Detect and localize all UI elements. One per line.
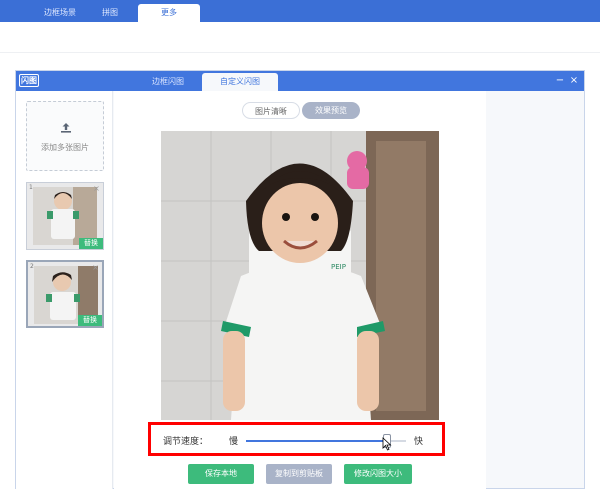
tab-border-flash[interactable]: 边框闪图 bbox=[138, 73, 198, 91]
speed-slow-label: 慢 bbox=[229, 437, 239, 447]
tab-border-scene[interactable]: 边框场景 bbox=[34, 4, 86, 22]
upload-icon bbox=[61, 123, 71, 133]
mode-image-clear[interactable]: 图片清晰 bbox=[242, 102, 300, 119]
image-list-panel: 添加多张图片 1 × 替换 2 × 替换 bbox=[16, 91, 113, 489]
replace-button[interactable]: 替换 bbox=[78, 315, 102, 326]
speed-slider-fill bbox=[246, 440, 387, 442]
replace-button[interactable]: 替换 bbox=[79, 238, 103, 249]
svg-text:PEIP: PEIP bbox=[331, 263, 346, 271]
copy-to-clipboard-button[interactable]: 复制到剪贴板 bbox=[266, 464, 332, 484]
app-top-bar: 边框场景 拼图 更多 bbox=[0, 0, 600, 22]
preview-image: PEIP bbox=[161, 131, 439, 420]
divider bbox=[0, 52, 600, 53]
speed-fast-label: 快 bbox=[414, 437, 424, 447]
remove-thumbnail-icon[interactable]: × bbox=[91, 263, 100, 272]
close-button[interactable]: × bbox=[568, 74, 580, 87]
save-local-button[interactable]: 保存本地 bbox=[188, 464, 254, 484]
remove-thumbnail-icon[interactable]: × bbox=[92, 184, 101, 193]
add-images-label: 添加多张图片 bbox=[41, 143, 89, 152]
speed-label: 调节速度： bbox=[163, 437, 209, 447]
minimize-button[interactable]: − bbox=[554, 74, 566, 87]
dialog-header: 闪图 边框闪图 自定义闪图 − × bbox=[16, 71, 584, 91]
speed-control: 调节速度： 慢 快 bbox=[148, 422, 445, 456]
thumbnail-image bbox=[33, 187, 97, 245]
tab-collage[interactable]: 拼图 bbox=[86, 4, 134, 22]
thumbnail-2[interactable]: 2 × 替换 bbox=[26, 260, 104, 328]
tab-custom-flash[interactable]: 自定义闪图 bbox=[202, 73, 278, 91]
mode-effect-preview[interactable]: 效果预览 bbox=[302, 102, 360, 119]
tab-more[interactable]: 更多 bbox=[138, 4, 200, 22]
resize-gif-button[interactable]: 修改闪图大小 bbox=[344, 464, 412, 484]
mouse-cursor-icon bbox=[382, 437, 392, 451]
dialog-logo: 闪图 bbox=[19, 74, 39, 87]
thumbnail-1[interactable]: 1 × 替换 bbox=[26, 182, 104, 250]
add-images-button[interactable]: 添加多张图片 bbox=[26, 101, 104, 171]
